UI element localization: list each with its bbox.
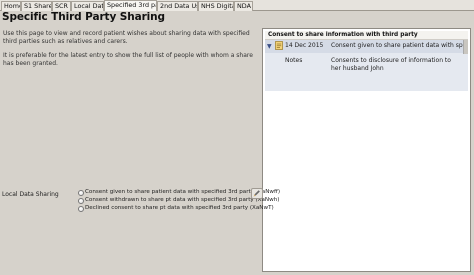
radio-label: Declined consent to share pt data with s… [85, 205, 274, 211]
app-window: Home S1 Share SCR Local Data Specified 3… [0, 0, 474, 275]
entry-summary: Consent given to share patient data with… [331, 42, 463, 49]
consent-entry[interactable]: ▼ 14 Dec 2015 Consent given to share pat… [265, 40, 468, 91]
tab-home[interactable]: Home [1, 1, 21, 11]
notes-text: Consents to disclosure of information to… [331, 57, 451, 72]
page-note: It is preferable for the latest entry to… [3, 52, 253, 67]
notes-label: Notes [285, 57, 303, 64]
tab-local-data[interactable]: Local Data [71, 1, 104, 11]
entry-scrollbar[interactable] [463, 40, 468, 54]
page-title: Specific Third Party Sharing [2, 11, 165, 23]
tab-strip: Home S1 Share SCR Local Data Specified 3… [0, 0, 474, 11]
tab-nhs-digital[interactable]: NHS Digital [198, 1, 234, 11]
radio-button[interactable] [78, 190, 84, 196]
local-data-sharing-label: Local Data Sharing [2, 191, 59, 198]
pencil-icon [253, 190, 260, 197]
radio-button[interactable] [78, 198, 84, 204]
chevron-down-icon[interactable]: ▼ [267, 43, 272, 50]
consent-panel-header: Consent to share information with third … [265, 31, 468, 40]
tab-s1-share[interactable]: S1 Share [21, 1, 52, 11]
entry-date: 14 Dec 2015 [285, 42, 324, 49]
radio-button[interactable] [78, 206, 84, 212]
tab-specified-3rd-party[interactable]: Specified 3rd party [104, 0, 157, 11]
note-icon [275, 41, 283, 50]
consent-panel: Consent to share information with third … [262, 28, 471, 272]
tab-nda[interactable]: NDA [234, 1, 253, 11]
tab-scr[interactable]: SCR [52, 1, 71, 11]
page-description: Use this page to view and record patient… [3, 30, 250, 45]
tab-2nd-data-use[interactable]: 2nd Data Use [157, 1, 198, 11]
edit-button[interactable] [251, 188, 263, 199]
